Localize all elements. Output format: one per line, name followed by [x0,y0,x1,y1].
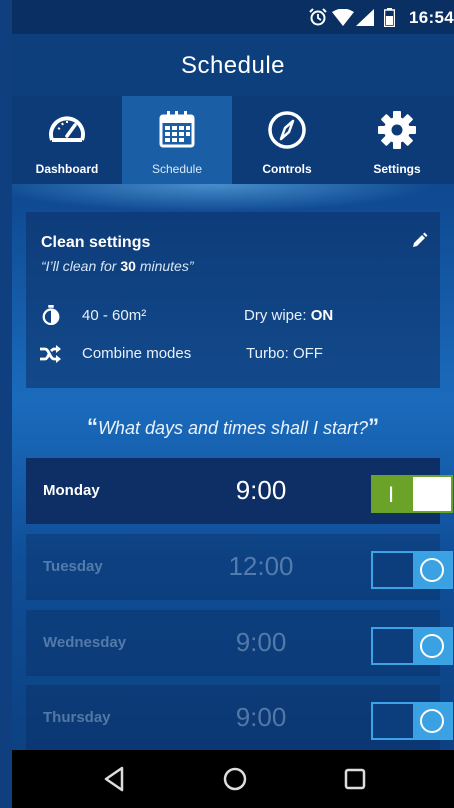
back-icon[interactable] [98,762,132,796]
app-screen: 16:54 Schedule Dashboard Schedule Contro… [12,0,454,808]
schedule-toggle-off[interactable] [371,627,453,665]
card-title: Clean settings [41,234,151,251]
area-range: 40 - 60m² [82,307,147,324]
schedule-row-monday[interactable]: Monday 9:00 I [26,458,453,524]
gauge-icon [49,116,85,142]
clean-mode: Combine modes [82,345,192,362]
tab-dashboard[interactable]: Dashboard [12,96,122,184]
recents-icon[interactable] [338,762,372,796]
schedule-row-wednesday[interactable]: Wednesday 9:00 [26,610,453,676]
battery-icon [384,8,395,27]
schedule-day: Monday [43,482,100,499]
tab-controls[interactable]: Controls [232,96,342,184]
dry-wipe-value: ON [310,307,334,324]
app-header: Schedule [12,34,454,96]
clock-time: 16:54 [409,8,454,27]
tab-label: Controls [262,162,312,176]
system-nav-bar [12,750,454,808]
tab-settings[interactable]: Settings [342,96,452,184]
clean-minutes: 30 [120,258,136,274]
schedule-toggle-on[interactable]: I [371,475,453,513]
schedule-day: Thursday [43,709,111,726]
home-icon[interactable] [218,762,252,796]
schedule-row-tuesday[interactable]: Tuesday 12:00 [26,534,453,600]
schedule-time[interactable]: 12:00 [216,551,306,582]
schedule-prompt: “What days and times shall I start?” [86,414,380,439]
calendar-icon [159,111,195,148]
gear-icon [378,111,416,149]
schedule-time[interactable]: 9:00 [216,627,306,658]
wifi-icon [332,9,354,26]
tab-label: Dashboard [35,162,99,176]
status-bar: 16:54 [12,0,454,34]
main-tab-bar: Dashboard Schedule Controls Settings [12,96,454,184]
schedule-time[interactable]: 9:00 [216,475,306,506]
compass-icon [268,111,306,149]
tab-label: Settings [373,162,421,176]
page-title: Schedule [180,52,286,79]
tab-schedule[interactable]: Schedule [122,96,232,184]
schedule-day: Wednesday [43,634,127,651]
schedule-toggle-off[interactable] [371,551,453,589]
alarm-icon [309,8,327,26]
clean-duration-text: “I’ll clean for 30 minutes” [41,258,194,274]
tab-label: Schedule [151,162,203,176]
timer-icon [42,305,60,325]
schedule-toggle-off[interactable] [371,702,453,740]
shuffle-icon [40,345,61,363]
schedule-day: Tuesday [43,558,103,575]
clean-settings-card[interactable]: Clean settings “I’ll clean for 30 minute… [26,212,440,388]
active-tab-glow [12,184,454,214]
schedule-row-thursday[interactable]: Thursday 9:00 [26,685,453,751]
turbo-status: Turbo: OFF [246,345,323,362]
signal-icon [356,9,374,26]
dry-wipe-status: Dry wipe: ON [244,307,334,324]
schedule-time[interactable]: 9:00 [216,702,306,733]
edit-pencil-icon[interactable] [410,232,428,250]
